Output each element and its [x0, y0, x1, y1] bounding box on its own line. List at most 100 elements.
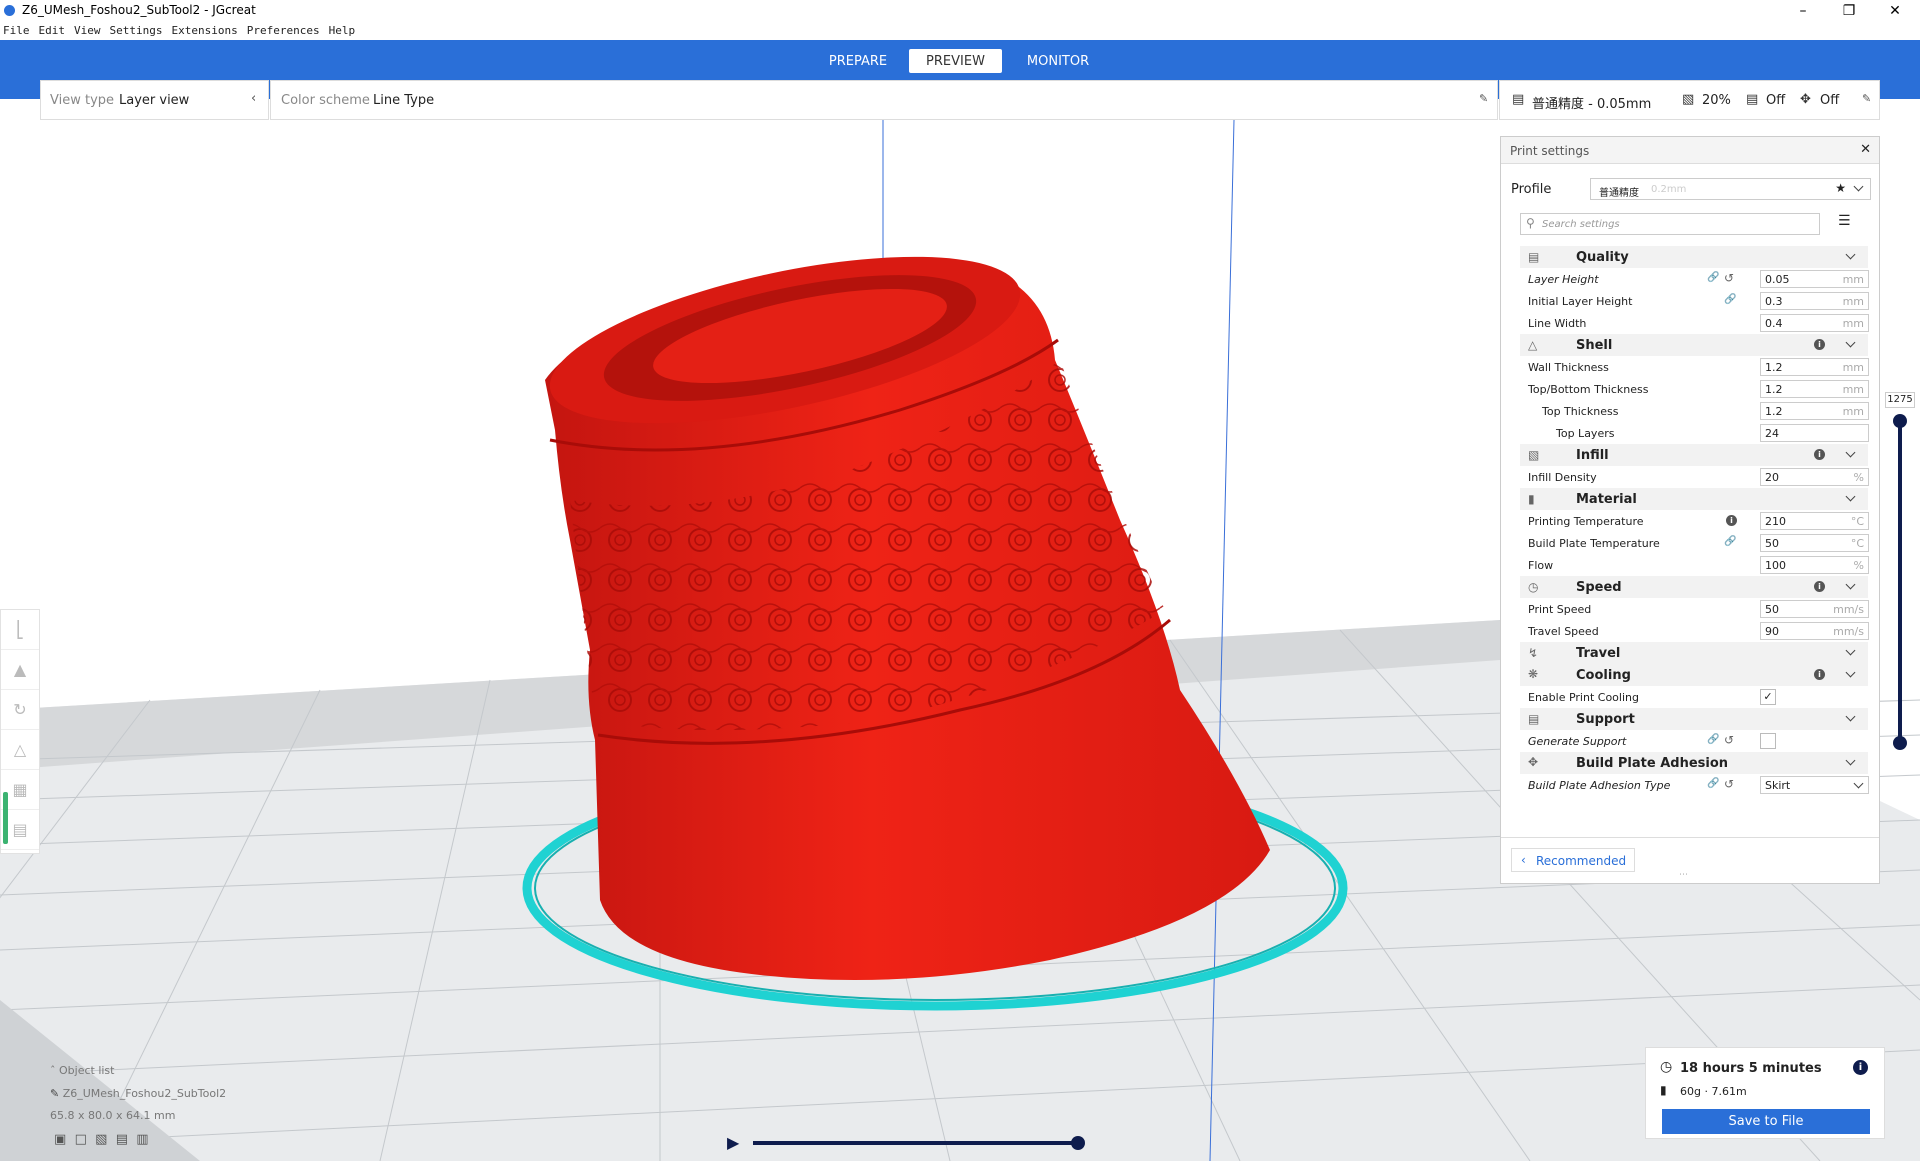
per-model-icon: ▦	[12, 780, 28, 799]
setting-label: Build Plate Adhesion Type	[1528, 779, 1671, 792]
minimize-button[interactable]: –	[1780, 0, 1826, 22]
app-icon	[4, 5, 15, 16]
resize-handle-icon[interactable]: ⋯	[1679, 870, 1688, 880]
object-name-row[interactable]: ✎ Z6_UMesh_Foshou2_SubTool2	[50, 1087, 226, 1100]
build-plate-temperature-input[interactable]: 50 °C	[1760, 534, 1869, 552]
chevron-down-icon	[1845, 667, 1856, 678]
view-left-icon[interactable]: ▤	[116, 1132, 128, 1147]
save-to-file-button[interactable]: Save to File	[1662, 1109, 1870, 1134]
tab-monitor[interactable]: MONITOR	[1012, 49, 1104, 73]
category-material[interactable]: ▮ Material	[1520, 488, 1868, 510]
field-value: 90	[1765, 625, 1779, 638]
enable-print-cooling-checkbox[interactable]: ✓	[1760, 689, 1776, 705]
category-speed[interactable]: ◷ Speed i	[1520, 576, 1868, 598]
object-list-toggle[interactable]: ˆ Object list	[50, 1064, 114, 1077]
category-shell[interactable]: △ Shell i	[1520, 334, 1868, 356]
category-quality[interactable]: ▤ Quality	[1520, 246, 1868, 268]
print-speed-input[interactable]: 50 mm/s	[1760, 600, 1869, 618]
layer-slider-top-handle[interactable]	[1893, 414, 1907, 428]
setting-label: Generate Support	[1528, 735, 1627, 748]
field-value: Skirt	[1765, 779, 1791, 792]
pencil-icon[interactable]: ✎	[1862, 92, 1871, 105]
close-window-button[interactable]: ✕	[1872, 0, 1918, 22]
settings-menu-icon[interactable]: ☰	[1838, 213, 1851, 229]
view-type-panel[interactable]: View type Layer view ‹	[40, 80, 269, 120]
chevron-left-icon[interactable]: ‹	[251, 91, 256, 106]
chevron-down-icon	[1845, 711, 1856, 722]
mirror-tool-button[interactable]: △	[1, 730, 39, 770]
flow-input[interactable]: 100%	[1760, 556, 1869, 574]
restore-button[interactable]: ❐	[1826, 0, 1872, 22]
favorite-star-icon[interactable]: ★	[1835, 181, 1846, 195]
color-scheme-panel[interactable]: Color scheme Line Type ✎	[270, 80, 1498, 120]
layer-height-input[interactable]: 0.05 mm	[1760, 270, 1869, 288]
path-slider-track[interactable]	[753, 1141, 1077, 1145]
field-unit: mm	[1842, 317, 1864, 330]
generate-support-checkbox[interactable]	[1760, 733, 1776, 749]
initial-layer-height-input[interactable]: 0.3 mm	[1760, 292, 1869, 310]
menu-settings[interactable]: Settings	[110, 22, 163, 37]
top-layers-input[interactable]: 24	[1760, 424, 1869, 442]
pencil-icon[interactable]: ✎	[1479, 92, 1488, 105]
setting-top-layers: Top Layers 24	[1520, 422, 1869, 444]
field-value: 1.2	[1765, 361, 1783, 374]
info-icon[interactable]: i	[1853, 1060, 1868, 1075]
chevron-down-icon	[1845, 755, 1856, 766]
reset-icon[interactable]: ↺	[1724, 777, 1734, 791]
menu-file[interactable]: File	[3, 22, 30, 37]
menu-preferences[interactable]: Preferences	[247, 22, 320, 37]
adhesion-type-select[interactable]: Skirt	[1760, 776, 1869, 794]
view-right-icon[interactable]: ▥	[136, 1132, 148, 1147]
recommended-button[interactable]: ‹ Recommended	[1511, 848, 1635, 872]
info-icon: i	[1814, 669, 1825, 680]
tab-prepare[interactable]: PREPARE	[812, 49, 904, 73]
play-icon[interactable]: ▶	[727, 1133, 739, 1152]
print-setup-summary[interactable]: ▤ 普通精度 - 0.05mm ▧ 20% ▤ Off ✥ Off ✎	[1499, 80, 1880, 120]
category-travel[interactable]: ↯ Travel	[1520, 642, 1868, 664]
line-width-input[interactable]: 0.4 mm	[1760, 314, 1869, 332]
menu-edit[interactable]: Edit	[39, 22, 66, 37]
print-settings-header: Print settings ✕	[1501, 137, 1879, 164]
move-tool-button[interactable]: ⎣	[1, 610, 39, 650]
printing-temperature-input[interactable]: 210 °C	[1760, 512, 1869, 530]
category-infill[interactable]: ▧ Infill i	[1520, 444, 1868, 466]
menu-extensions[interactable]: Extensions	[171, 22, 237, 37]
category-build-plate-adhesion[interactable]: ✥ Build Plate Adhesion	[1520, 752, 1868, 774]
travel-speed-input[interactable]: 90 mm/s	[1760, 622, 1869, 640]
settings-footer-divider	[1501, 837, 1879, 838]
object-name: Z6_UMesh_Foshou2_SubTool2	[62, 1087, 227, 1100]
category-label: Infill	[1576, 448, 1609, 463]
search-settings-input[interactable]: ⚲ Search settings	[1520, 213, 1820, 235]
wall-thickness-input[interactable]: 1.2 mm	[1760, 358, 1869, 376]
tab-preview[interactable]: PREVIEW	[909, 49, 1002, 73]
top-bottom-thickness-input[interactable]: 1.2 mm	[1760, 380, 1869, 398]
layer-slider-bottom-handle[interactable]	[1893, 736, 1907, 750]
setting-label: Infill Density	[1528, 471, 1597, 484]
layer-slider[interactable]: 1275	[1885, 392, 1915, 750]
view-3d-icon[interactable]: ▣	[54, 1132, 66, 1147]
rotate-tool-button[interactable]: ↻	[1, 690, 39, 730]
menu-view[interactable]: View	[74, 22, 101, 37]
setting-flow: Flow 100%	[1520, 554, 1869, 576]
profile-select[interactable]: 普通精度 0.2mm ★	[1590, 178, 1871, 200]
view-type-value[interactable]: Layer view	[119, 93, 189, 108]
field-value: 1.2	[1765, 383, 1783, 396]
material-estimate: 60g · 7.61m	[1680, 1085, 1747, 1098]
category-support[interactable]: ▤ Support	[1520, 708, 1868, 730]
view-front-icon[interactable]: □	[75, 1132, 87, 1147]
infill-density-input[interactable]: 20%	[1760, 468, 1869, 486]
menu-help[interactable]: Help	[329, 22, 356, 37]
top-thickness-input[interactable]: 1.2 mm	[1760, 402, 1869, 420]
color-scheme-value[interactable]: Line Type	[373, 93, 434, 108]
category-cooling[interactable]: ❋ Cooling i	[1520, 664, 1868, 686]
close-icon[interactable]: ✕	[1860, 142, 1871, 157]
support-blocker-icon: ▤	[12, 820, 28, 839]
reset-icon[interactable]: ↺	[1724, 271, 1734, 285]
layer-slider-value[interactable]: 1275	[1885, 392, 1915, 408]
category-label: Cooling	[1576, 668, 1631, 683]
move-icon: ⎣	[16, 620, 24, 639]
reset-icon[interactable]: ↺	[1724, 733, 1734, 747]
path-slider-handle[interactable]	[1071, 1136, 1085, 1150]
scale-tool-button[interactable]: ▲	[1, 650, 39, 690]
view-top-icon[interactable]: ▧	[95, 1132, 107, 1147]
